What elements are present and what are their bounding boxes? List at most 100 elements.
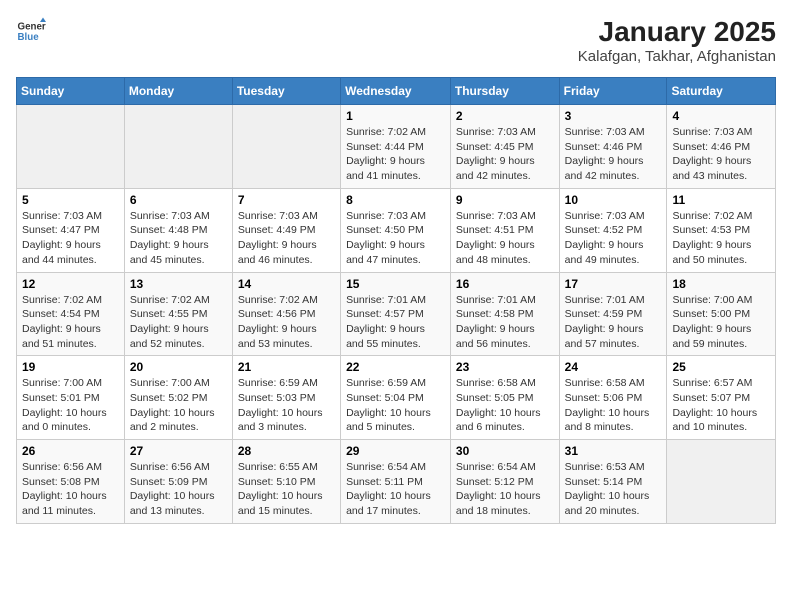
day-number: 10 — [565, 193, 662, 207]
week-row-1: 1 Sunrise: 7:02 AM Sunset: 4:44 PM Daylig… — [17, 105, 776, 189]
day-info: Sunrise: 7:02 AM Sunset: 4:53 PM Dayligh… — [672, 209, 770, 268]
day-cell: 20Sunrise: 7:00 AM Sunset: 5:02 PM Dayli… — [124, 356, 232, 440]
svg-text:General: General — [18, 22, 47, 33]
day-number: 22 — [346, 360, 445, 374]
day-cell: 18 Sunrise: 7:00 AM Sunset: 5:00 PM Dayli… — [667, 272, 776, 356]
day-cell — [124, 105, 232, 189]
day-info: Sunrise: 6:56 AM Sunset: 5:09 PM Dayligh… — [130, 460, 227, 519]
day-number: 25 — [672, 360, 770, 374]
day-info: Sunrise: 6:54 AM Sunset: 5:11 PM Dayligh… — [346, 460, 445, 519]
day-number: 27 — [130, 444, 227, 458]
day-cell: 26 Sunrise: 6:56 AM Sunset: 5:08 PM Dayli… — [17, 440, 125, 524]
day-cell: 10Sunrise: 7:03 AM Sunset: 4:52 PM Dayli… — [559, 188, 667, 272]
day-number: 4 — [672, 109, 770, 123]
day-number: 14 — [238, 277, 335, 291]
day-cell: 31 Sunrise: 6:53 AM Sunset: 5:14 PM Dayli… — [559, 440, 667, 524]
calendar-subtitle: Kalafgan, Takhar, Afghanistan — [578, 48, 776, 65]
header-tuesday: Tuesday — [232, 78, 340, 105]
day-info: Sunrise: 7:03 AM Sunset: 4:45 PM Dayligh… — [456, 125, 554, 184]
day-info: Sunrise: 7:02 AM Sunset: 4:56 PM Dayligh… — [238, 293, 335, 352]
day-info: Sunrise: 6:58 AM Sunset: 5:06 PM Dayligh… — [565, 376, 662, 435]
day-number: 13 — [130, 277, 227, 291]
day-cell: 13 Sunrise: 7:02 AM Sunset: 4:55 PM Dayli… — [124, 272, 232, 356]
day-number: 23 — [456, 360, 554, 374]
logo-icon: General Blue — [16, 16, 46, 46]
day-number: 6 — [130, 193, 227, 207]
day-info: Sunrise: 7:00 AM Sunset: 5:02 PM Dayligh… — [130, 376, 227, 435]
day-cell: 14 Sunrise: 7:02 AM Sunset: 4:56 PM Dayli… — [232, 272, 340, 356]
week-row-5: 26 Sunrise: 6:56 AM Sunset: 5:08 PM Dayli… — [17, 440, 776, 524]
page-header: General Blue January 2025 Kalafgan, Takh… — [16, 16, 776, 65]
header-thursday: Thursday — [450, 78, 559, 105]
header-monday: Monday — [124, 78, 232, 105]
day-number: 19 — [22, 360, 119, 374]
day-cell: 3Sunrise: 7:03 AM Sunset: 4:46 PM Daylig… — [559, 105, 667, 189]
day-info: Sunrise: 6:53 AM Sunset: 5:14 PM Dayligh… — [565, 460, 662, 519]
day-cell: 16Sunrise: 7:01 AM Sunset: 4:58 PM Dayli… — [450, 272, 559, 356]
day-info: Sunrise: 6:59 AM Sunset: 5:03 PM Dayligh… — [238, 376, 335, 435]
day-cell: 4Sunrise: 7:03 AM Sunset: 4:46 PM Daylig… — [667, 105, 776, 189]
day-cell: 12Sunrise: 7:02 AM Sunset: 4:54 PM Dayli… — [17, 272, 125, 356]
day-cell: 17Sunrise: 7:01 AM Sunset: 4:59 PM Dayli… — [559, 272, 667, 356]
day-cell: 23Sunrise: 6:58 AM Sunset: 5:05 PM Dayli… — [450, 356, 559, 440]
calendar-title: January 2025 — [578, 16, 776, 48]
day-info: Sunrise: 7:01 AM Sunset: 4:57 PM Dayligh… — [346, 293, 445, 352]
day-cell: 15Sunrise: 7:01 AM Sunset: 4:57 PM Dayli… — [341, 272, 451, 356]
day-cell: 7 Sunrise: 7:03 AM Sunset: 4:49 PM Daylig… — [232, 188, 340, 272]
day-info: Sunrise: 7:03 AM Sunset: 4:51 PM Dayligh… — [456, 209, 554, 268]
day-cell: 27 Sunrise: 6:56 AM Sunset: 5:09 PM Dayli… — [124, 440, 232, 524]
header-sunday: Sunday — [17, 78, 125, 105]
week-row-2: 5 Sunrise: 7:03 AM Sunset: 4:47 PM Daylig… — [17, 188, 776, 272]
day-number: 1 — [346, 109, 445, 123]
day-cell — [232, 105, 340, 189]
day-info: Sunrise: 7:03 AM Sunset: 4:50 PM Dayligh… — [346, 209, 445, 268]
day-info: Sunrise: 7:03 AM Sunset: 4:47 PM Dayligh… — [22, 209, 119, 268]
day-cell: 21Sunrise: 6:59 AM Sunset: 5:03 PM Dayli… — [232, 356, 340, 440]
day-info: Sunrise: 7:03 AM Sunset: 4:49 PM Dayligh… — [238, 209, 335, 268]
day-number: 2 — [456, 109, 554, 123]
day-cell — [667, 440, 776, 524]
logo: General Blue — [16, 16, 46, 46]
day-cell: 5 Sunrise: 7:03 AM Sunset: 4:47 PM Daylig… — [17, 188, 125, 272]
day-info: Sunrise: 7:00 AM Sunset: 5:01 PM Dayligh… — [22, 376, 119, 435]
day-number: 7 — [238, 193, 335, 207]
day-info: Sunrise: 6:54 AM Sunset: 5:12 PM Dayligh… — [456, 460, 554, 519]
day-number: 5 — [22, 193, 119, 207]
day-cell — [17, 105, 125, 189]
day-number: 31 — [565, 444, 662, 458]
day-number: 16 — [456, 277, 554, 291]
week-row-4: 19 Sunrise: 7:00 AM Sunset: 5:01 PM Dayli… — [17, 356, 776, 440]
day-info: Sunrise: 7:01 AM Sunset: 4:59 PM Dayligh… — [565, 293, 662, 352]
day-cell: 11 Sunrise: 7:02 AM Sunset: 4:53 PM Dayli… — [667, 188, 776, 272]
day-cell: 29Sunrise: 6:54 AM Sunset: 5:11 PM Dayli… — [341, 440, 451, 524]
calendar-header-row: SundayMondayTuesdayWednesdayThursdayFrid… — [17, 78, 776, 105]
day-info: Sunrise: 7:02 AM Sunset: 4:55 PM Dayligh… — [130, 293, 227, 352]
day-number: 28 — [238, 444, 335, 458]
day-info: Sunrise: 7:00 AM Sunset: 5:00 PM Dayligh… — [672, 293, 770, 352]
day-number: 18 — [672, 277, 770, 291]
day-cell: 6 Sunrise: 7:03 AM Sunset: 4:48 PM Daylig… — [124, 188, 232, 272]
day-number: 11 — [672, 193, 770, 207]
day-cell: 9 Sunrise: 7:03 AM Sunset: 4:51 PM Daylig… — [450, 188, 559, 272]
calendar-table: SundayMondayTuesdayWednesdayThursdayFrid… — [16, 77, 776, 524]
day-info: Sunrise: 7:03 AM Sunset: 4:46 PM Dayligh… — [565, 125, 662, 184]
header-friday: Friday — [559, 78, 667, 105]
title-block: January 2025 Kalafgan, Takhar, Afghanist… — [578, 16, 776, 65]
day-info: Sunrise: 7:02 AM Sunset: 4:44 PM Dayligh… — [346, 125, 445, 184]
day-cell: 19 Sunrise: 7:00 AM Sunset: 5:01 PM Dayli… — [17, 356, 125, 440]
header-saturday: Saturday — [667, 78, 776, 105]
day-number: 8 — [346, 193, 445, 207]
header-wednesday: Wednesday — [341, 78, 451, 105]
day-info: Sunrise: 7:02 AM Sunset: 4:54 PM Dayligh… — [22, 293, 119, 352]
day-info: Sunrise: 6:56 AM Sunset: 5:08 PM Dayligh… — [22, 460, 119, 519]
day-info: Sunrise: 7:03 AM Sunset: 4:48 PM Dayligh… — [130, 209, 227, 268]
day-cell: 22Sunrise: 6:59 AM Sunset: 5:04 PM Dayli… — [341, 356, 451, 440]
day-number: 24 — [565, 360, 662, 374]
day-number: 26 — [22, 444, 119, 458]
day-number: 9 — [456, 193, 554, 207]
day-cell: 24 Sunrise: 6:58 AM Sunset: 5:06 PM Dayli… — [559, 356, 667, 440]
day-number: 30 — [456, 444, 554, 458]
day-cell: 25Sunrise: 6:57 AM Sunset: 5:07 PM Dayli… — [667, 356, 776, 440]
day-cell: 28Sunrise: 6:55 AM Sunset: 5:10 PM Dayli… — [232, 440, 340, 524]
day-cell: 8 Sunrise: 7:03 AM Sunset: 4:50 PM Daylig… — [341, 188, 451, 272]
